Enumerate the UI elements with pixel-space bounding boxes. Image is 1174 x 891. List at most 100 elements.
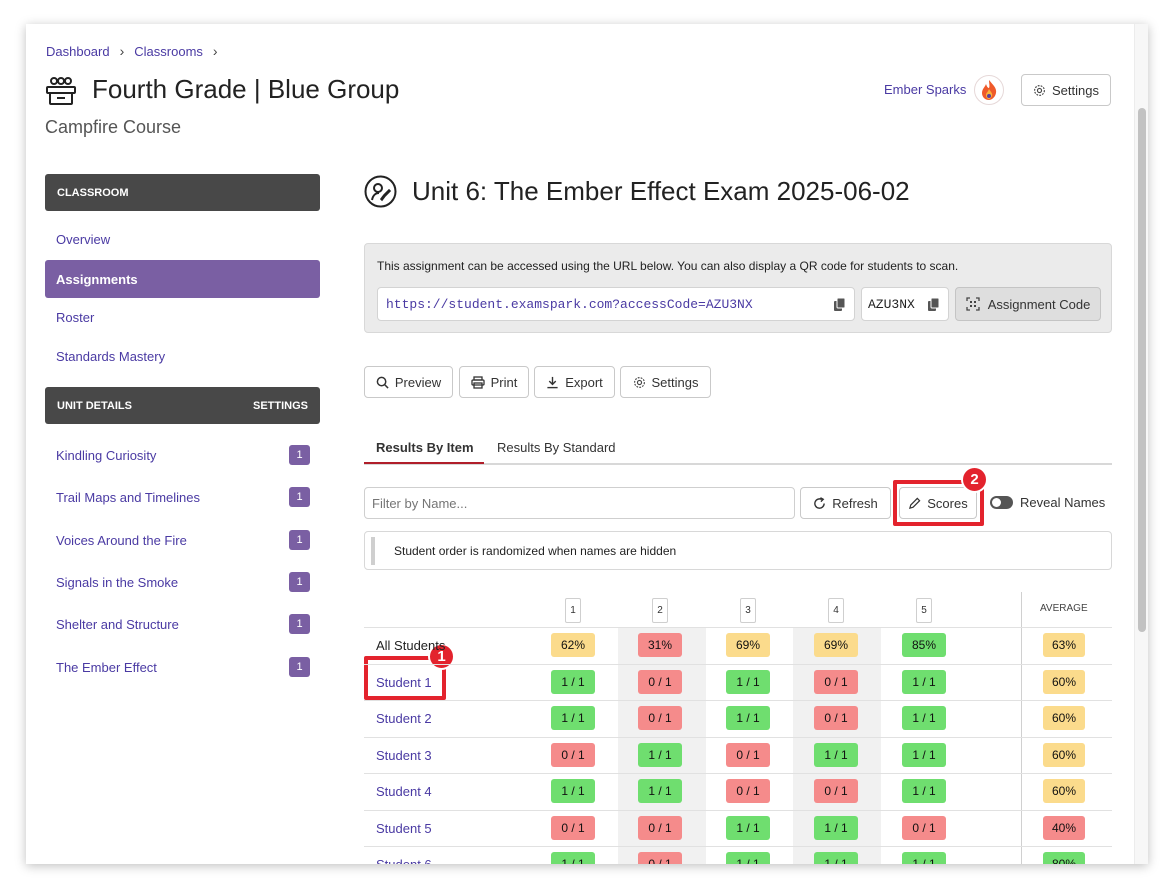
score-cell[interactable]: 0 / 1 [814, 706, 858, 730]
score-cell[interactable]: 69% [814, 633, 858, 657]
reveal-names-toggle[interactable] [990, 496, 1013, 509]
student-name-link[interactable]: Student 2 [376, 711, 432, 726]
unit-settings-link[interactable]: SETTINGS [253, 400, 308, 412]
access-url-field[interactable]: https://student.examspark.com?accessCode… [377, 287, 855, 321]
score-cell[interactable]: 62% [551, 633, 595, 657]
question-header[interactable]: 3 [740, 598, 756, 623]
print-button[interactable]: Print [459, 366, 529, 398]
score-cell[interactable]: 1 / 1 [814, 852, 858, 864]
sidebar-unit-header: UNIT DETAILS SETTINGS [45, 387, 320, 424]
score-cell[interactable]: 1 / 1 [902, 779, 946, 803]
question-header[interactable]: 2 [652, 598, 668, 623]
copy-icon[interactable] [834, 298, 846, 311]
question-header[interactable]: 4 [828, 598, 844, 623]
score-cell[interactable]: 31% [638, 633, 682, 657]
score-cell[interactable]: 1 / 1 [902, 742, 946, 767]
notice-text: Student order is randomized when names a… [394, 544, 677, 558]
question-header[interactable]: 5 [916, 598, 932, 623]
print-label: Print [490, 374, 518, 390]
score-cell[interactable]: 1 / 1 [814, 815, 858, 840]
score-cell[interactable]: 1 / 1 [551, 706, 595, 730]
average-divider [1021, 592, 1022, 864]
score-cell[interactable]: 0 / 1 [551, 815, 595, 840]
student-name-link[interactable]: Student 5 [376, 821, 432, 836]
unit-item[interactable]: Trail Maps and Timelines 1 [56, 487, 310, 507]
avatar[interactable] [974, 75, 1004, 105]
export-button[interactable]: Export [534, 366, 615, 398]
score-cell[interactable]: 85% [902, 633, 946, 657]
score-cell[interactable]: 0 / 1 [814, 779, 858, 803]
row-divider [364, 773, 1112, 774]
row-divider [364, 700, 1112, 701]
sidebar-item-standards-mastery[interactable]: Standards Mastery [56, 349, 165, 364]
score-cell[interactable]: 1 / 1 [638, 742, 682, 767]
printer-icon [470, 375, 485, 389]
score-cell[interactable]: 1 / 1 [551, 669, 595, 694]
student-name-link[interactable]: Student 3 [376, 748, 432, 763]
preview-button[interactable]: Preview [364, 366, 453, 398]
breadcrumb-classrooms[interactable]: Classrooms [134, 44, 203, 59]
assignment-code-button[interactable]: Assignment Code [955, 287, 1101, 321]
access-code: AZU3NX [868, 296, 915, 312]
question-header[interactable]: 1 [565, 598, 581, 623]
student-name-link[interactable]: Student 4 [376, 784, 432, 799]
scrollbar-thumb[interactable] [1138, 108, 1146, 632]
gear-icon [633, 376, 645, 388]
score-cell[interactable]: 1 / 1 [726, 669, 770, 694]
sidebar-item-overview[interactable]: Overview [56, 232, 110, 247]
unit-label: Signals in the Smoke [56, 574, 179, 590]
unit-item[interactable]: Voices Around the Fire 1 [56, 530, 310, 550]
score-cell[interactable]: 0 / 1 [638, 815, 682, 840]
user-name-link[interactable]: Ember Sparks [884, 82, 966, 97]
page-subtitle: Campfire Course [45, 117, 182, 137]
qr-code-icon [966, 297, 980, 311]
score-cell[interactable]: 0 / 1 [638, 706, 682, 730]
score-cell[interactable]: 0 / 1 [638, 669, 682, 694]
breadcrumb-dashboard[interactable]: Dashboard [46, 44, 110, 59]
score-cell[interactable]: 0 / 1 [638, 852, 682, 864]
unit-item[interactable]: Kindling Curiosity 1 [56, 445, 310, 465]
sidebar-item-roster[interactable]: Roster [56, 310, 94, 325]
score-cell[interactable]: 1 / 1 [902, 852, 946, 864]
tab-results-by-item[interactable]: Results By Item [376, 440, 474, 455]
score-cell[interactable]: 1 / 1 [726, 852, 770, 864]
score-cell[interactable]: 0 / 1 [902, 815, 946, 840]
score-cell[interactable]: 1 / 1 [902, 706, 946, 730]
unit-item[interactable]: Shelter and Structure 1 [56, 614, 310, 634]
assignment-settings-label: Settings [651, 374, 699, 390]
score-cell[interactable]: 1 / 1 [814, 742, 858, 767]
unit-count-badge: 1 [289, 487, 310, 507]
score-cell[interactable]: 69% [726, 633, 770, 657]
sidebar-item-assignments[interactable]: Assignments [45, 260, 320, 298]
score-cell[interactable]: 1 / 1 [726, 706, 770, 730]
score-cell[interactable]: 1 / 1 [551, 779, 595, 803]
score-cell[interactable]: 0 / 1 [726, 742, 770, 767]
unit-label: Trail Maps and Timelines [56, 489, 201, 505]
copy-icon[interactable] [928, 298, 940, 311]
score-cell[interactable]: 1 / 1 [902, 669, 946, 694]
score-cell[interactable]: 1 / 1 [638, 779, 682, 803]
unit-label: Voices Around the Fire [56, 532, 187, 548]
score-cell[interactable]: 0 / 1 [551, 742, 595, 767]
score-cell[interactable]: 0 / 1 [726, 779, 770, 803]
unit-count-badge: 1 [289, 614, 310, 634]
score-cell[interactable]: 0 / 1 [814, 669, 858, 694]
randomized-notice: Student order is randomized when names a… [364, 531, 1112, 570]
vertical-scrollbar[interactable] [1134, 24, 1148, 864]
student-name-link[interactable]: Student 6 [376, 857, 432, 864]
average-cell: 60% [1043, 706, 1085, 730]
score-cell[interactable]: 1 / 1 [551, 852, 595, 864]
tab-results-by-standard[interactable]: Results By Standard [497, 440, 616, 455]
classroom-icon [46, 77, 76, 105]
header-settings-button[interactable]: Settings [1021, 74, 1111, 106]
unit-item[interactable]: Signals in the Smoke 1 [56, 572, 310, 592]
refresh-button[interactable]: Refresh [800, 487, 891, 519]
score-cell[interactable]: 1 / 1 [726, 815, 770, 840]
chevron-right-icon: › [212, 43, 218, 59]
access-code-field[interactable]: AZU3NX [861, 287, 949, 321]
assignment-settings-button[interactable]: Settings [620, 366, 711, 398]
unit-item[interactable]: The Ember Effect 1 [56, 657, 310, 677]
student-name-link[interactable]: Student 1 [376, 675, 432, 690]
filter-by-name-input[interactable] [364, 487, 795, 519]
access-url: https://student.examspark.com?accessCode… [386, 296, 753, 312]
